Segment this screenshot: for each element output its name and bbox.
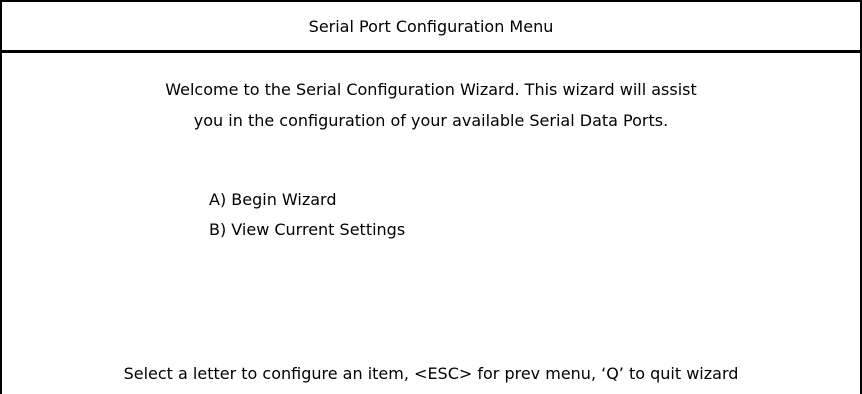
menu-item-begin-wizard[interactable]: A) Begin Wizard	[209, 185, 405, 215]
window-title: Serial Port Configuration Menu	[308, 16, 554, 36]
footer-instructions: Select a letter to configure an item, <E…	[123, 364, 739, 383]
terminal-screen: Serial Port Configuration Menu Welcome t…	[0, 0, 862, 394]
welcome-line-2: you in the configuration of your availab…	[193, 111, 669, 130]
title-bar: Serial Port Configuration Menu	[2, 2, 860, 53]
welcome-message: Welcome to the Serial Configuration Wiza…	[2, 74, 860, 136]
menu-item-view-current-settings[interactable]: B) View Current Settings	[209, 215, 405, 245]
welcome-line-1: Welcome to the Serial Configuration Wiza…	[165, 80, 697, 99]
options-menu: A) Begin Wizard B) View Current Settings	[209, 185, 405, 245]
